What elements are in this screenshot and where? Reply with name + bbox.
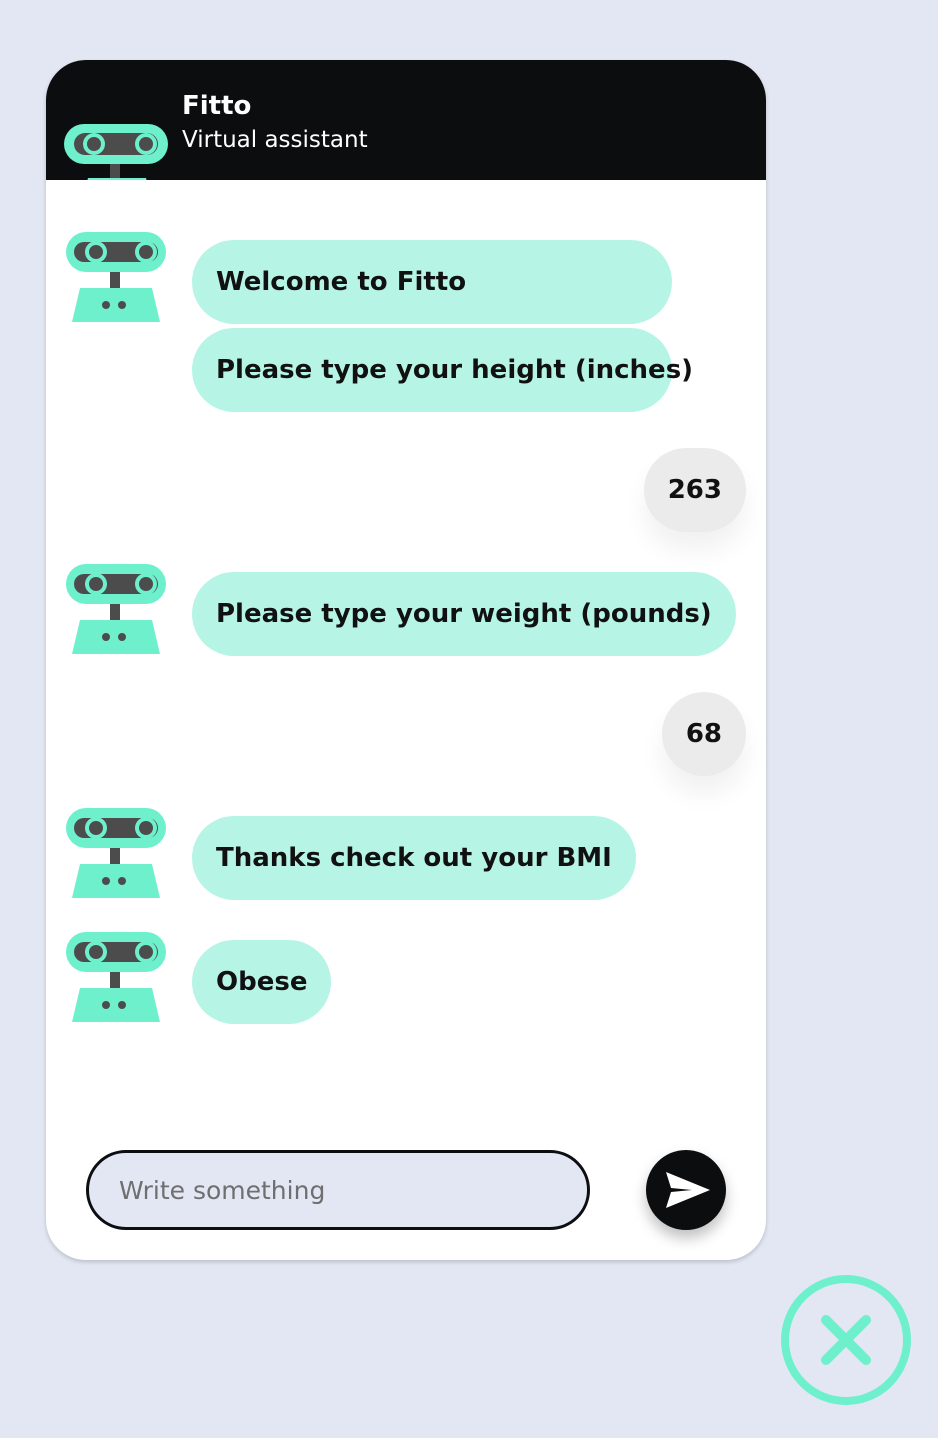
bot-message: Welcome to Fitto [192,240,672,324]
chat-window: Fitto Virtual assistant Welcome to Fitto… [46,60,766,1260]
robot-icon [66,232,166,322]
assistant-role: Virtual assistant [182,127,368,153]
message-input[interactable] [86,1150,590,1230]
bot-message: Obese [192,940,332,1024]
bot-message: Please type your weight (pounds) [192,572,736,656]
robot-icon [66,564,166,654]
user-message: 263 [643,448,746,532]
close-icon [781,1275,911,1405]
send-button[interactable] [646,1150,726,1230]
robot-icon [64,124,168,180]
assistant-name: Fitto [182,91,252,121]
send-icon [666,1172,710,1208]
bot-message: Please type your height (inches) [192,328,693,412]
robot-icon [66,808,166,898]
close-button[interactable] [780,1274,912,1406]
chat-header: Fitto Virtual assistant [46,60,766,180]
user-message: 68 [661,692,746,776]
bot-message: Thanks check out your BMI [192,816,636,900]
robot-icon [66,932,166,1022]
